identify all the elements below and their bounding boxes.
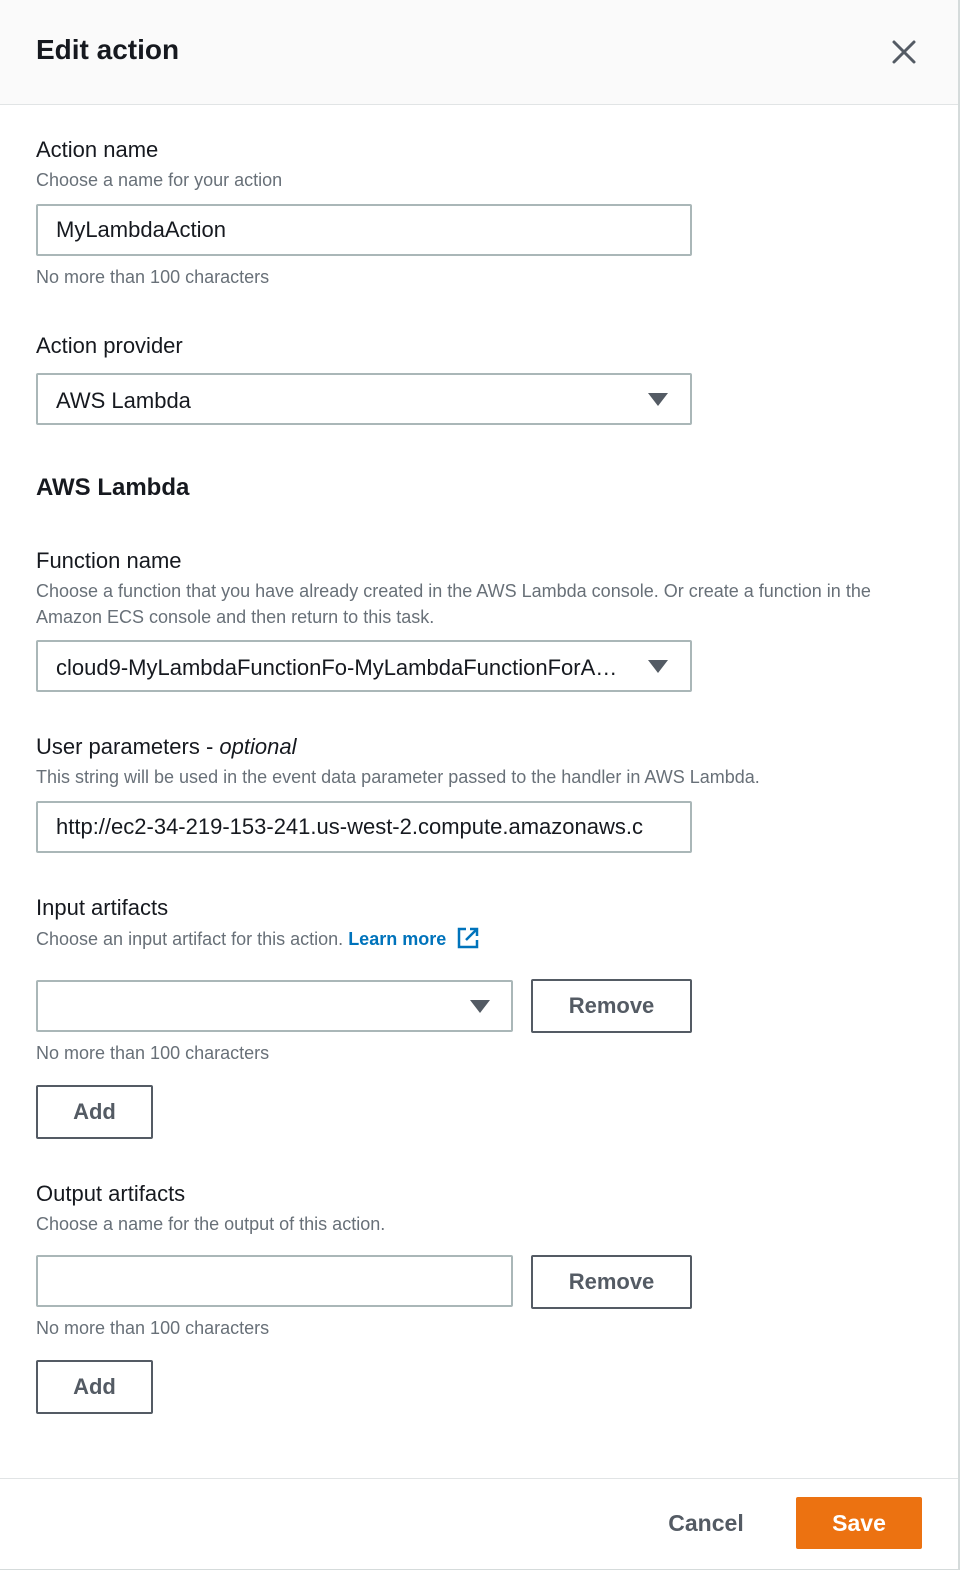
user-parameters-label: User parameters - optional [36,734,296,760]
section-title: AWS Lambda [36,474,190,501]
caret-down-icon [470,1000,490,1013]
output-artifacts-hint: No more than 100 characters [36,1318,270,1338]
save-button[interactable]: Save [796,1497,922,1549]
input-artifact-select[interactable] [36,980,513,1032]
function-name-description: Choose a function that you have already … [36,581,871,627]
output-artifact-remove-button[interactable]: Remove [531,1255,692,1309]
output-artifact-input[interactable] [36,1255,513,1307]
output-artifacts-label: Output artifacts [36,1181,186,1206]
modal-footer: Cancel Save [0,1478,958,1569]
action-provider-select[interactable]: AWS Lambda [36,373,692,425]
action-provider-label: Action provider [36,333,183,358]
input-artifacts-label: Input artifacts [36,895,169,920]
edit-action-modal: Edit action Action name Choose a name fo… [0,0,960,1570]
function-name-select[interactable]: cloud9-MyLambdaFunctionFo-MyLambdaFuncti… [36,640,692,692]
action-name-description: Choose a name for your action [36,170,283,190]
input-artifact-remove-button[interactable]: Remove [531,979,692,1033]
action-name-label: Action name [36,137,159,162]
cancel-button[interactable]: Cancel [650,1497,762,1549]
output-artifacts-description: Choose a name for the output of this act… [36,1214,386,1234]
input-artifact-add-button[interactable]: Add [36,1085,153,1139]
external-link-icon[interactable] [456,926,480,957]
action-provider-value: AWS Lambda [56,388,191,413]
action-name-hint: No more than 100 characters [36,267,270,287]
modal-title: Edit action [36,34,180,65]
caret-down-icon [648,660,668,673]
user-parameters-label-text: User parameters - [36,734,220,759]
modal-header: Edit action [0,0,958,105]
input-artifacts-hint: No more than 100 characters [36,1043,270,1063]
caret-down-icon [648,393,668,406]
action-name-input[interactable] [36,204,692,256]
learn-more-link[interactable]: Learn more [348,929,446,949]
output-artifact-add-button[interactable]: Add [36,1360,153,1414]
user-parameters-input[interactable] [36,801,692,853]
close-icon[interactable] [886,34,922,70]
function-name-label: Function name [36,548,182,573]
user-parameters-description: This string will be used in the event da… [36,767,760,787]
input-artifacts-description: Choose an input artifact for this action… [36,926,916,957]
function-name-value: cloud9-MyLambdaFunctionFo-MyLambdaFuncti… [56,655,618,680]
optional-tag: optional [219,734,297,759]
input-artifacts-description-text: Choose an input artifact for this action… [36,929,344,949]
